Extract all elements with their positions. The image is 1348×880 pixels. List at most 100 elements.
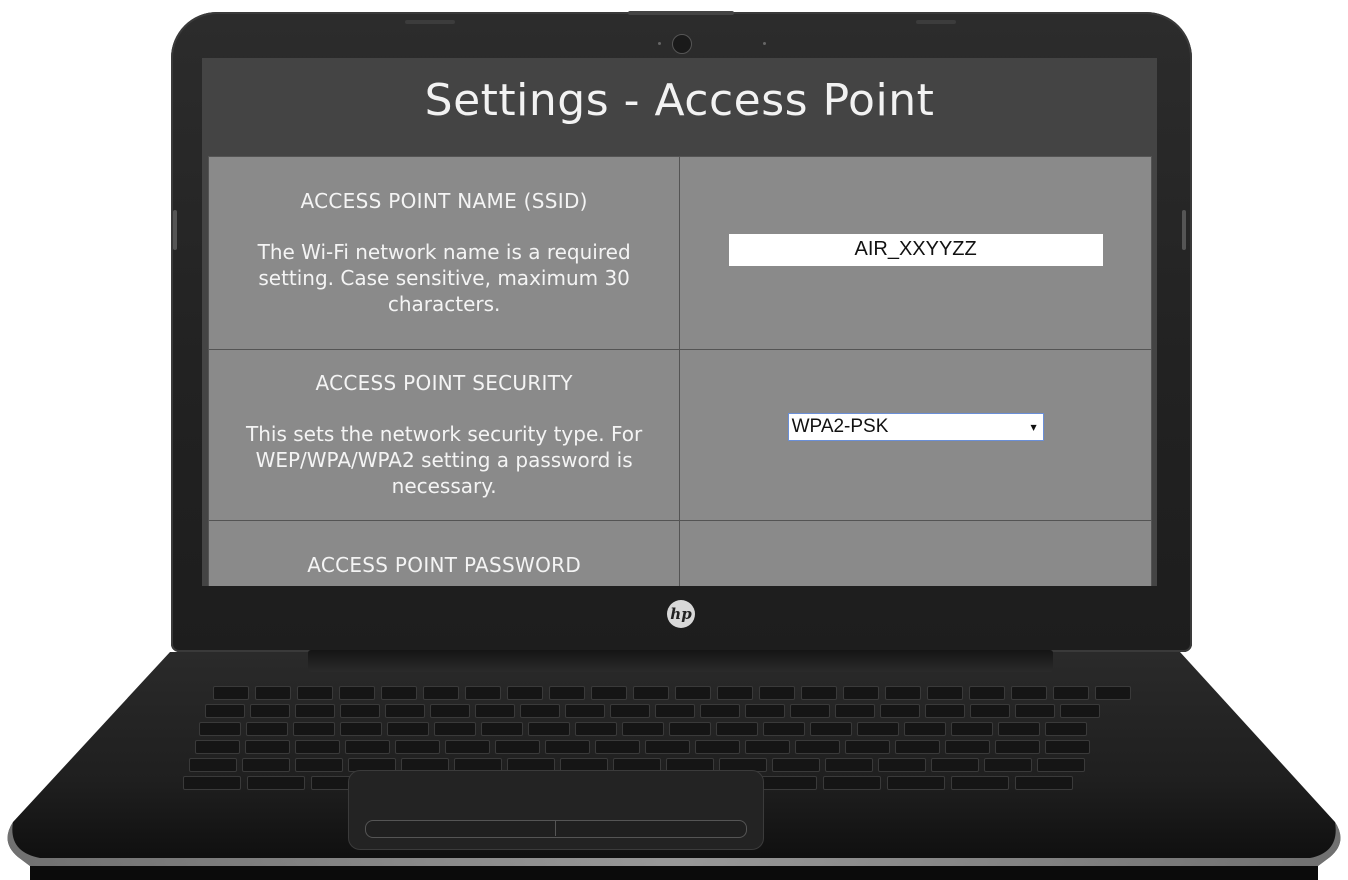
keyboard-key: [675, 686, 711, 700]
keyboard-key: [759, 776, 817, 790]
sensor-dot-left: [658, 42, 661, 45]
keyboard-key: [716, 722, 758, 736]
keyboard-key: [857, 722, 899, 736]
keyboard-key: [495, 740, 540, 754]
keyboard-key: [293, 722, 335, 736]
keyboard-key: [1095, 686, 1131, 700]
security-label: ACCESS POINT SECURITY: [315, 371, 573, 395]
keyboard-key: [189, 758, 237, 772]
keyboard-key: [717, 686, 753, 700]
keyboard-key: [475, 704, 515, 718]
security-select-value: WPA2-PSK: [791, 415, 889, 437]
chevron-down-icon: ▼: [1030, 422, 1037, 432]
lid-side-nub-right: [1182, 210, 1186, 250]
keyboard-key: [199, 722, 241, 736]
touchpad[interactable]: [348, 770, 764, 850]
keyboard-key: [745, 740, 790, 754]
keyboard-key: [595, 740, 640, 754]
keyboard-key: [825, 758, 873, 772]
keyboard-key: [622, 722, 664, 736]
keyboard-key: [549, 686, 585, 700]
keyboard-key: [255, 686, 291, 700]
keyboard-key: [339, 686, 375, 700]
ssid-input[interactable]: [728, 233, 1103, 266]
lid-bumper-left: [405, 20, 455, 24]
keyboard-key: [931, 758, 979, 772]
touchpad-buttons[interactable]: [365, 820, 747, 838]
keyboard-key: [528, 722, 570, 736]
keyboard-key: [1015, 704, 1055, 718]
keyboard-key: [295, 740, 340, 754]
keyboard-key: [878, 758, 926, 772]
security-description: This sets the network security type. For…: [246, 422, 643, 498]
settings-cell-control: WPA2-PSK ▼: [679, 349, 1152, 521]
keyboard-key: [245, 740, 290, 754]
keyboard-key: [655, 704, 695, 718]
keyboard-key: [984, 758, 1032, 772]
keyboard-key: [845, 740, 890, 754]
keyboard-key: [340, 704, 380, 718]
keyboard-key: [969, 686, 1005, 700]
page-title: Settings - Access Point: [424, 75, 935, 126]
keyboard-key: [520, 704, 560, 718]
settings-cell-control: [679, 156, 1152, 350]
sensor-dot-right: [763, 42, 766, 45]
keyboard-key: [247, 776, 305, 790]
keyboard-key: [633, 686, 669, 700]
keyboard-key: [381, 686, 417, 700]
keyboard-key: [745, 704, 785, 718]
keyboard-key: [205, 704, 245, 718]
keyboard-key: [904, 722, 946, 736]
keyboard-key: [669, 722, 711, 736]
keyboard-key: [645, 740, 690, 754]
keyboard-key: [1045, 722, 1087, 736]
keyboard-key: [340, 722, 382, 736]
keyboard-key: [945, 740, 990, 754]
settings-cell-label: ACCESS POINT SECURITY This sets the netw…: [207, 349, 681, 521]
keyboard-key: [297, 686, 333, 700]
ssid-description: The Wi-Fi network name is a required set…: [257, 240, 631, 316]
security-select[interactable]: WPA2-PSK ▼: [787, 412, 1044, 441]
keyboard-key: [507, 686, 543, 700]
screen: Settings - Access Point ACCESS POINT NAM…: [202, 58, 1157, 586]
keyboard-key: [246, 722, 288, 736]
keyboard-key: [183, 776, 241, 790]
keyboard-key: [951, 722, 993, 736]
keyboard-key: [995, 740, 1040, 754]
keyboard-key: [295, 704, 335, 718]
keyboard-key: [295, 758, 343, 772]
keyboard-key: [481, 722, 523, 736]
lid-top-tab: [628, 11, 734, 15]
keyboard-key: [1037, 758, 1085, 772]
keyboard-key: [610, 704, 650, 718]
keyboard-key: [250, 704, 290, 718]
keyboard-key: [465, 686, 501, 700]
keyboard-key: [843, 686, 879, 700]
keyboard-key: [823, 776, 881, 790]
settings-row-security: ACCESS POINT SECURITY This sets the netw…: [207, 349, 1152, 521]
keyboard-key: [575, 722, 617, 736]
ssid-label: ACCESS POINT NAME (SSID): [300, 189, 588, 213]
keyboard-key: [385, 704, 425, 718]
keyboard-key: [195, 740, 240, 754]
keyboard-key: [1053, 686, 1089, 700]
keyboard-key: [887, 776, 945, 790]
laptop-scene: Settings - Access Point ACCESS POINT NAM…: [0, 0, 1348, 880]
keyboard-key: [565, 704, 605, 718]
keyboard-key: [772, 758, 820, 772]
keyboard-key: [591, 686, 627, 700]
keyboard-key: [434, 722, 476, 736]
keyboard-key: [242, 758, 290, 772]
lid-bumper-right: [916, 20, 956, 24]
keyboard-key: [835, 704, 875, 718]
keyboard-key: [998, 722, 1040, 736]
keyboard-key: [387, 722, 429, 736]
keyboard-key: [395, 740, 440, 754]
keyboard-key: [885, 686, 921, 700]
keyboard-key: [880, 704, 920, 718]
keyboard-key: [801, 686, 837, 700]
keyboard-key: [1060, 704, 1100, 718]
keyboard-key: [895, 740, 940, 754]
keyboard-key: [345, 740, 390, 754]
keyboard-key: [1015, 776, 1073, 790]
